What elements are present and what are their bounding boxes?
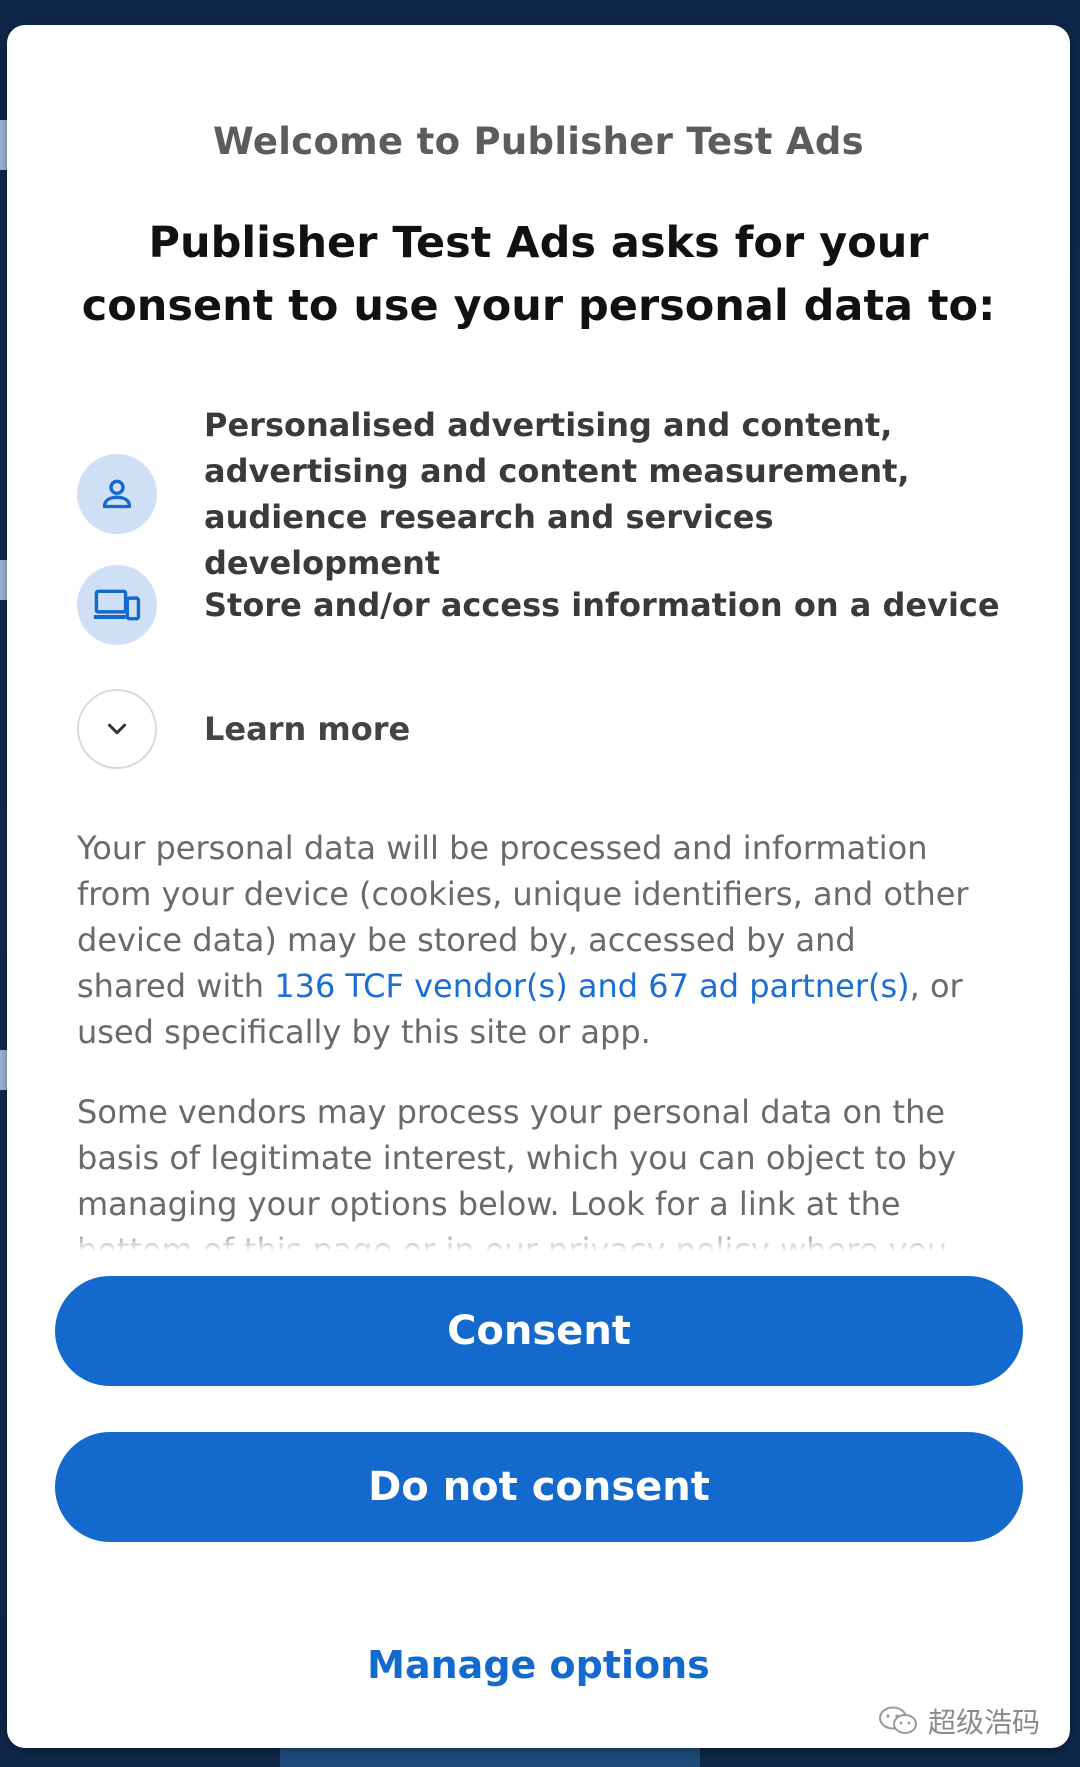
consent-description[interactable]: Your personal data will be processed and… [77,825,970,1253]
purpose-personalised-ads: Personalised advertising and content, ad… [77,402,1010,586]
vendors-link[interactable]: 136 TCF vendor(s) and 67 ad partner(s) [274,967,909,1005]
person-icon [77,454,157,534]
scroll-fade [77,1225,970,1255]
devices-icon [77,565,157,645]
watermark: 超级浩码 [878,1701,1040,1741]
learn-more-toggle[interactable]: Learn more [77,689,1010,769]
purpose-device-storage: Store and/or access information on a dev… [77,565,1010,645]
consent-button[interactable]: Consent [55,1276,1023,1386]
purpose-label: Store and/or access information on a dev… [204,586,1000,624]
consent-dialog: Welcome to Publisher Test Ads Publisher … [7,25,1070,1748]
watermark-text: 超级浩码 [927,1706,1040,1739]
learn-more-label[interactable]: Learn more [204,706,410,752]
description-paragraph: Your personal data will be processed and… [77,825,970,1055]
consent-headline: Publisher Test Ads asks for your consent… [81,218,996,331]
wechat-icon [878,1706,917,1734]
purpose-label: Personalised advertising and content, ad… [204,406,910,582]
do-not-consent-button[interactable]: Do not consent [55,1432,1023,1542]
backdrop-shape [280,1745,700,1767]
chevron-down-icon[interactable] [77,689,157,769]
manage-options-link[interactable]: Manage options [7,1643,1070,1687]
dialog-title: Welcome to Publisher Test Ads [213,120,864,163]
